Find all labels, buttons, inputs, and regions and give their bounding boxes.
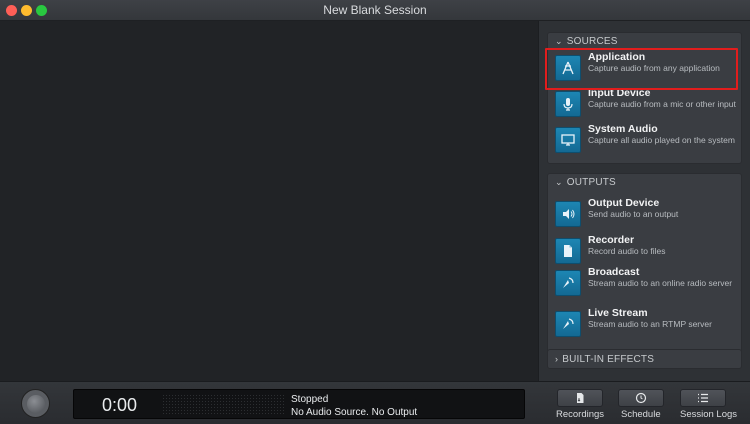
schedule-button[interactable]: [618, 389, 664, 407]
effects-header[interactable]: › BUILT-IN EFFECTS: [548, 350, 741, 368]
status-text: Stopped: [291, 394, 329, 405]
session-logs-label[interactable]: Session Logs: [680, 409, 737, 420]
monitor-icon: [555, 127, 581, 153]
output-item-desc: Record audio to files: [588, 246, 666, 256]
sources-section: ⌄ SOURCES Application Capture audio from…: [547, 32, 742, 164]
record-button[interactable]: [21, 389, 50, 418]
recordings-label[interactable]: Recordings: [556, 409, 604, 420]
output-item-name: Recorder: [588, 234, 635, 246]
status-display: 0:00 Stopped No Audio Source. No Output: [73, 389, 525, 419]
output-item-live-stream[interactable]: Live Stream Stream audio to an RTMP serv…: [548, 307, 743, 341]
chevron-down-icon: ⌄: [555, 35, 563, 46]
source-item-name: System Audio: [588, 123, 658, 135]
file-icon: [555, 238, 581, 264]
effects-header-label: BUILT-IN EFFECTS: [562, 353, 655, 365]
source-item-desc: Capture audio from any application: [588, 63, 720, 73]
outputs-section: ⌄ OUTPUTS Output Device Send audio to an…: [547, 173, 742, 361]
broadcast-icon: [555, 270, 581, 296]
output-item-desc: Send audio to an output: [588, 209, 679, 219]
elapsed-time: 0:00: [102, 395, 138, 415]
outputs-header-label: OUTPUTS: [566, 176, 616, 188]
list-icon: [698, 393, 708, 403]
live-stream-icon: [555, 311, 581, 337]
library-sidebar: ⌄ SOURCES Application Capture audio from…: [538, 21, 750, 381]
session-canvas[interactable]: [0, 21, 538, 381]
sources-header-label: SOURCES: [566, 35, 618, 47]
application-icon: [555, 55, 581, 81]
recordings-button[interactable]: [557, 389, 603, 407]
chevron-down-icon: ⌄: [555, 176, 563, 187]
level-meter: [162, 394, 286, 416]
status-detail: No Audio Source. No Output: [291, 407, 418, 418]
session-logs-button[interactable]: [680, 389, 726, 407]
output-item-broadcast[interactable]: Broadcast Stream audio to an online radi…: [548, 266, 743, 300]
source-item-system-audio[interactable]: System Audio Capture all audio played on…: [548, 123, 743, 157]
output-item-desc: Stream audio to an RTMP server: [588, 319, 712, 329]
window-title: New Blank Session: [323, 3, 427, 17]
output-item-desc: Stream audio to an online radio server: [588, 278, 733, 288]
source-item-input-device[interactable]: Input Device Capture audio from a mic or…: [548, 87, 743, 121]
title-bar: New Blank Session: [0, 0, 750, 21]
recordings-icon: [577, 393, 584, 403]
output-item-output-device[interactable]: Output Device Send audio to an output: [548, 197, 743, 231]
schedule-label[interactable]: Schedule: [621, 409, 661, 420]
source-item-desc: Capture audio from a mic or other input: [588, 99, 736, 109]
microphone-icon: [555, 91, 581, 117]
source-item-application[interactable]: Application Capture audio from any appli…: [548, 51, 743, 85]
source-item-name: Application: [588, 51, 646, 63]
clock-icon: [635, 392, 647, 404]
output-item-name: Broadcast: [588, 266, 640, 278]
source-item-name: Input Device: [588, 87, 651, 99]
sources-header[interactable]: ⌄ SOURCES: [548, 33, 741, 49]
record-icon: [26, 394, 45, 413]
outputs-header[interactable]: ⌄ OUTPUTS: [548, 174, 741, 190]
output-item-name: Live Stream: [588, 307, 648, 319]
speaker-icon: [555, 201, 581, 227]
output-item-name: Output Device: [588, 197, 660, 209]
transport-bar: 0:00 Stopped No Audio Source. No Output …: [0, 381, 750, 424]
output-item-recorder[interactable]: Recorder Record audio to files: [548, 234, 743, 268]
source-item-desc: Capture all audio played on the system: [588, 135, 735, 145]
effects-section: › BUILT-IN EFFECTS: [547, 349, 742, 369]
chevron-right-icon: ›: [555, 354, 559, 364]
